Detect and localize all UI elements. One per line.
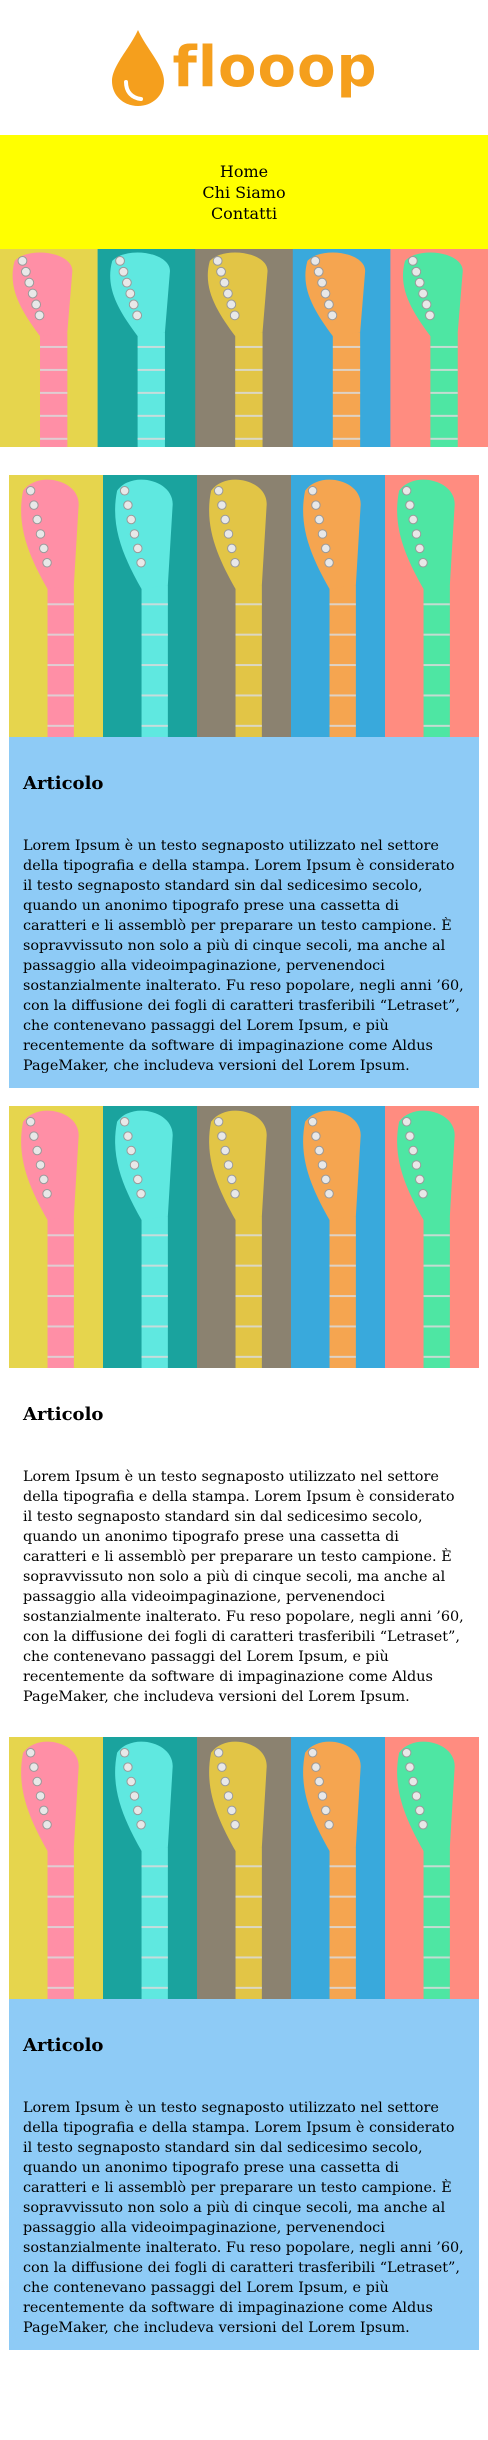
guitar-panel [291,1106,386,1368]
article-image [9,1737,479,1999]
main-nav: Home Chi Siamo Contatti [0,135,488,249]
guitar-panel [97,249,196,447]
guitar-panel [385,1737,479,1999]
site-header: flooop [0,0,488,135]
guitar-panel [390,249,488,447]
article-card: Articolo Lorem Ipsum è un testo segnapos… [9,1106,479,1719]
guitar-panel [103,475,198,737]
guitar-panel [291,475,386,737]
article-body: Articolo Lorem Ipsum è un testo segnapos… [9,1368,479,1719]
article-title: Articolo [23,1404,104,1425]
guitar-headstocks-image [9,1737,479,1999]
article-image [9,475,479,737]
guitar-panel [103,1737,198,1999]
nav-link-home[interactable]: Home [220,161,268,182]
nav-link-contatti[interactable]: Contatti [211,203,277,224]
article-card: Articolo Lorem Ipsum è un testo segnapos… [9,1737,479,2350]
guitar-panel [197,475,292,737]
article-image [9,1106,479,1368]
article-body: Articolo Lorem Ipsum è un testo segnapos… [9,737,479,1088]
guitar-headstocks-image [0,249,488,447]
nav-link-chi-siamo[interactable]: Chi Siamo [202,182,285,203]
article-text: Lorem Ipsum è un testo segnaposto utiliz… [23,838,464,1074]
logo[interactable]: flooop [110,28,377,108]
article-card: Articolo Lorem Ipsum è un testo segnapos… [9,475,479,1088]
guitar-panel [195,249,294,447]
guitar-panel [197,1737,292,1999]
guitar-panel [291,1737,386,1999]
guitar-headstocks-image [9,475,479,737]
guitar-panel [197,1106,292,1368]
guitar-panel [0,249,99,447]
article-text: Lorem Ipsum è un testo segnaposto utiliz… [23,2100,464,2336]
guitar-panel [9,475,104,737]
article-body: Articolo Lorem Ipsum è un testo segnapos… [9,1999,479,2350]
guitar-headstocks-image [9,1106,479,1368]
article-title: Articolo [23,2035,104,2056]
guitar-panel [103,1106,198,1368]
guitar-panel [292,249,391,447]
article-title: Articolo [23,773,104,794]
logo-text: flooop [172,34,378,100]
guitar-panel [385,1106,479,1368]
guitar-panel [9,1737,104,1999]
hero-image [0,249,488,447]
guitar-panel [385,475,479,737]
guitar-panel [9,1106,104,1368]
article-text: Lorem Ipsum è un testo segnaposto utiliz… [23,1469,464,1705]
water-drop-icon [112,29,165,106]
